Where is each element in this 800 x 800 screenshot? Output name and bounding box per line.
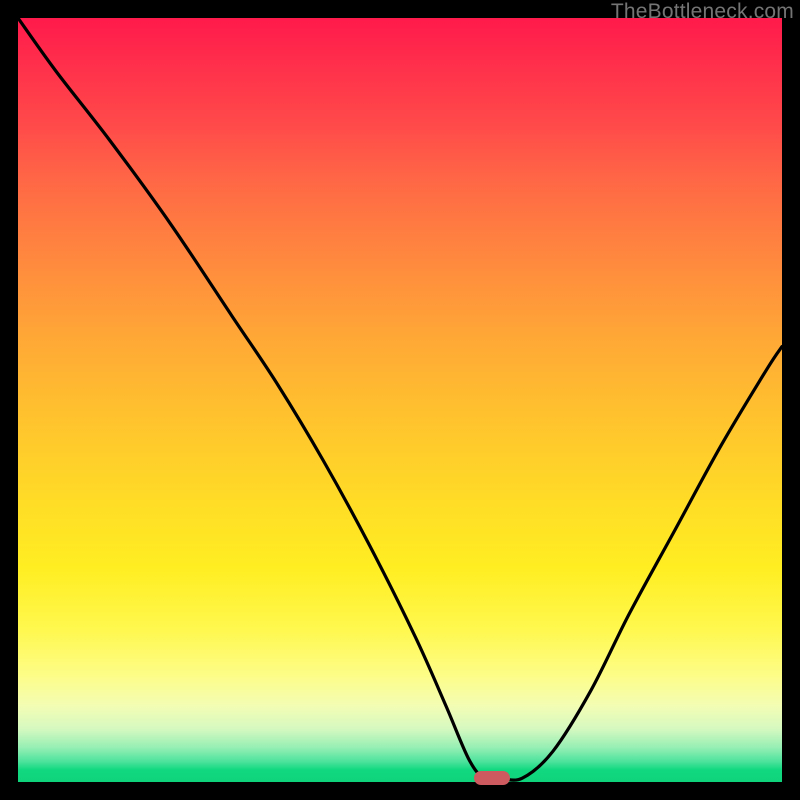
chart-frame: TheBottleneck.com <box>0 0 800 800</box>
bottleneck-curve <box>18 18 782 782</box>
watermark-text: TheBottleneck.com <box>611 0 794 24</box>
plot-area <box>18 18 782 782</box>
optimal-point-marker <box>474 771 510 785</box>
